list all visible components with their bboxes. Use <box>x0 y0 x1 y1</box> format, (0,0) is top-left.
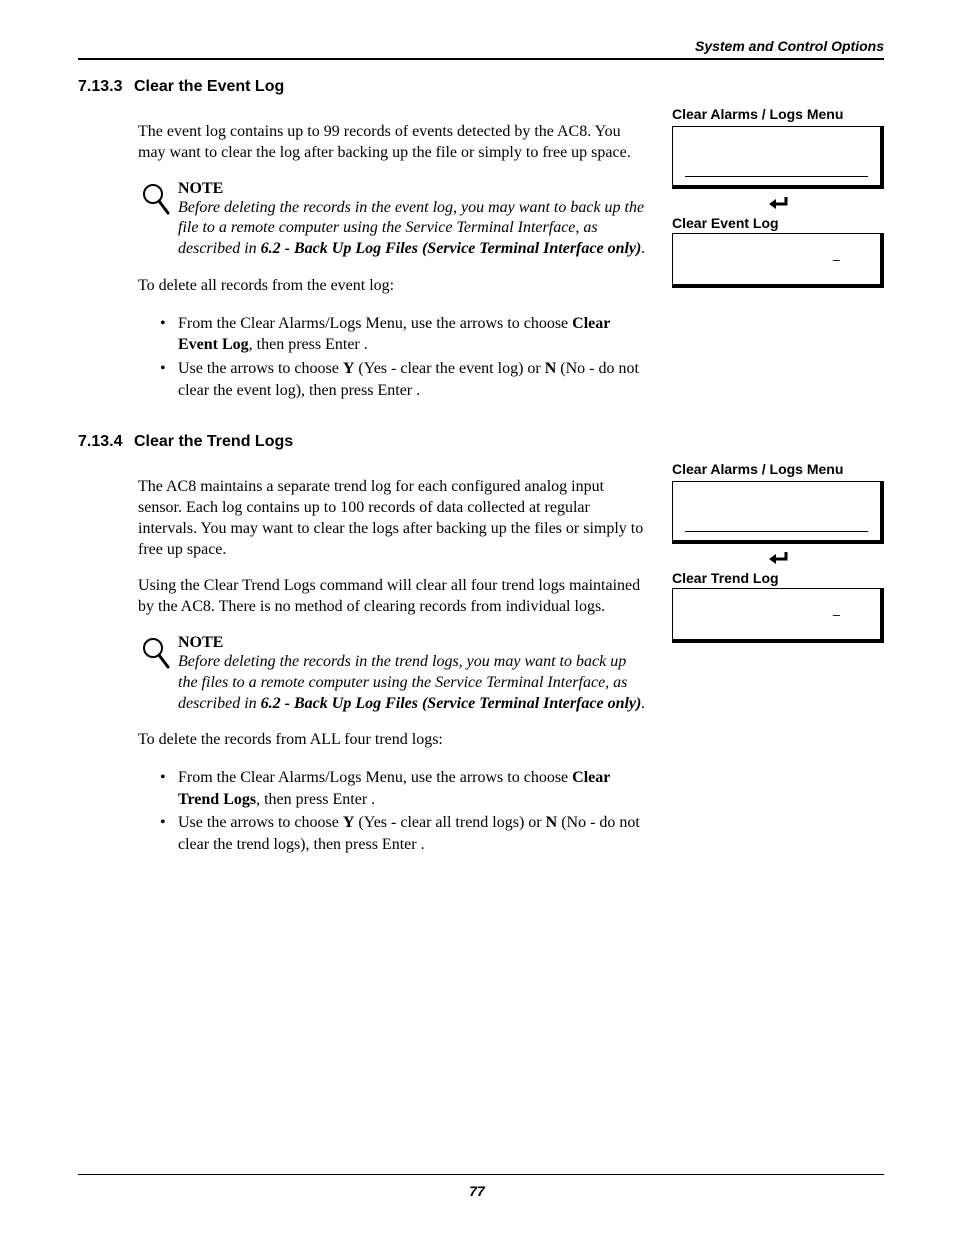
intro-paragraph: The AC8 maintains a separate trend log f… <box>138 477 648 560</box>
note-body: Before deleting the records in the event… <box>178 198 648 260</box>
sidebar-diagram: Clear Alarms / Logs Menu Clear Trend Log… <box>672 461 884 643</box>
note-block: NOTE Before deleting the records in the … <box>134 634 648 714</box>
note-body: Before deleting the records in the trend… <box>178 652 648 714</box>
sidebar-title: Clear Alarms / Logs Menu <box>672 461 884 477</box>
lead-sentence: To delete all records from the event log… <box>138 276 648 297</box>
list-item: Use the arrows to choose Y (Yes - clear … <box>178 358 648 401</box>
menu-panel <box>672 481 884 544</box>
footer-rule <box>78 1174 884 1175</box>
sidebar-title: Clear Alarms / Logs Menu <box>672 106 884 122</box>
panel-dash: – <box>833 252 840 267</box>
section-title: Clear the Event Log <box>134 78 284 95</box>
header-rule <box>78 58 884 60</box>
menu-panel <box>672 126 884 189</box>
sub-panel: – <box>672 588 884 643</box>
note-block: NOTE Before deleting the records in the … <box>134 180 648 260</box>
note-label: NOTE <box>178 634 648 652</box>
list-item: From the Clear Alarms/Logs Menu, use the… <box>178 313 648 356</box>
enter-arrow-icon <box>766 550 790 568</box>
sub-panel: – <box>672 233 884 288</box>
section-title: Clear the Trend Logs <box>134 433 293 450</box>
magnifier-icon <box>141 182 171 216</box>
body-paragraph: Using the Clear Trend Logs command will … <box>138 576 648 618</box>
lead-sentence: To delete the records from ALL four tren… <box>138 730 648 751</box>
sidebar-subtitle: Clear Event Log <box>672 215 779 231</box>
enter-arrow-icon <box>766 195 790 213</box>
section-number: 7.13.3 <box>78 78 134 96</box>
section-number: 7.13.4 <box>78 433 134 451</box>
sidebar-subtitle: Clear Trend Log <box>672 570 779 586</box>
page-number: 77 <box>0 1183 954 1199</box>
list-item: Use the arrows to choose Y (Yes - clear … <box>178 812 648 855</box>
note-label: NOTE <box>178 180 648 198</box>
intro-paragraph: The event log contains up to 99 records … <box>138 122 648 164</box>
magnifier-icon <box>141 636 171 670</box>
running-header: System and Control Options <box>78 38 884 58</box>
list-item: From the Clear Alarms/Logs Menu, use the… <box>178 767 648 810</box>
section-heading: 7.13.3Clear the Event Log <box>78 78 884 96</box>
sidebar-diagram: Clear Alarms / Logs Menu Clear Event Log… <box>672 106 884 288</box>
panel-dash: – <box>833 607 840 622</box>
section-heading: 7.13.4Clear the Trend Logs <box>78 433 884 451</box>
